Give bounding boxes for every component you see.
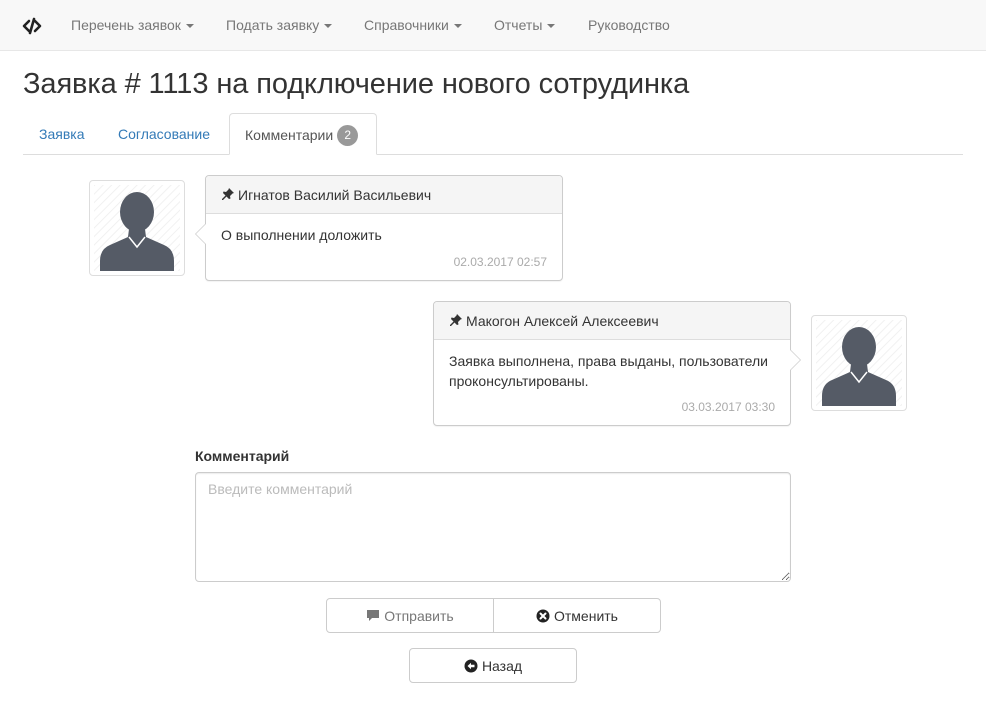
comment-text: О выполнении доложить (221, 227, 382, 243)
comment-timestamp: 03.03.2017 03:30 (681, 400, 775, 414)
comment-author: Макогон Алексей Алексеевич (466, 313, 659, 329)
nav-item-label: Подать заявку (226, 17, 320, 33)
remove-circle-icon (536, 609, 550, 622)
comment-field-label: Комментарий (195, 448, 290, 464)
comment-panel: Игнатов Василий Васильевич О выполнении … (195, 175, 563, 281)
comment-header: Макогон Алексей Алексеевич (434, 302, 790, 340)
send-button[interactable]: Отправить (326, 598, 494, 633)
tab-request[interactable]: Заявка (23, 113, 100, 155)
back-button-label: Назад (481, 657, 523, 674)
speech-arrow (790, 349, 801, 371)
user-silhouette-icon (94, 185, 180, 271)
nav-item-requests-list[interactable]: Перечень заявок (71, 0, 194, 51)
page-title: Заявка # 1113 на подключение нового сотр… (23, 68, 690, 100)
back-button[interactable]: Назад (409, 648, 577, 683)
tab-label: Согласование (118, 126, 210, 142)
navbar: Перечень заявок Подать заявку Справочник… (0, 0, 986, 51)
comment-bubble-icon (367, 610, 380, 621)
tab-comments[interactable]: Комментарии 2 (229, 113, 377, 155)
avatar (811, 315, 907, 411)
pushpin-icon (450, 314, 462, 326)
code-slash-icon[interactable] (22, 16, 42, 36)
nav-item-manual[interactable]: Руководство (588, 0, 670, 51)
nav-item-submit-request[interactable]: Подать заявку (226, 0, 333, 51)
comment-textarea[interactable] (195, 472, 791, 582)
tab-label: Заявка (39, 126, 85, 142)
comment-author: Игнатов Василий Васильевич (238, 187, 432, 203)
caret-down-icon (453, 24, 462, 29)
comment-header: Игнатов Василий Васильевич (206, 176, 562, 214)
cancel-button-label: Отменить (554, 607, 618, 624)
cancel-button[interactable]: Отменить (493, 598, 661, 633)
tab-label: Комментарии (245, 127, 334, 143)
nav-item-directories[interactable]: Справочники (364, 0, 462, 51)
comment-panel: Макогон Алексей Алексеевич Заявка выполн… (433, 301, 801, 426)
comments-count-badge: 2 (337, 125, 359, 146)
caret-down-icon (185, 24, 194, 29)
caret-down-icon (547, 24, 556, 29)
nav-item-label: Перечень заявок (71, 17, 181, 33)
nav-item-label: Руководство (588, 17, 670, 33)
comment-text: Заявка выполнена, права выданы, пользова… (449, 353, 768, 389)
comment-timestamp: 02.03.2017 02:57 (453, 255, 547, 269)
avatar (89, 180, 185, 276)
user-silhouette-icon (816, 320, 902, 406)
caret-down-icon (324, 24, 333, 29)
nav-item-reports[interactable]: Отчеты (494, 0, 556, 51)
speech-arrow (195, 223, 206, 245)
tab-approval[interactable]: Согласование (102, 113, 226, 155)
nav-item-label: Отчеты (494, 17, 543, 33)
arrow-left-circle-icon (464, 659, 478, 672)
send-button-label: Отправить (384, 607, 454, 624)
nav-item-label: Справочники (364, 17, 449, 33)
pushpin-icon (222, 188, 234, 200)
